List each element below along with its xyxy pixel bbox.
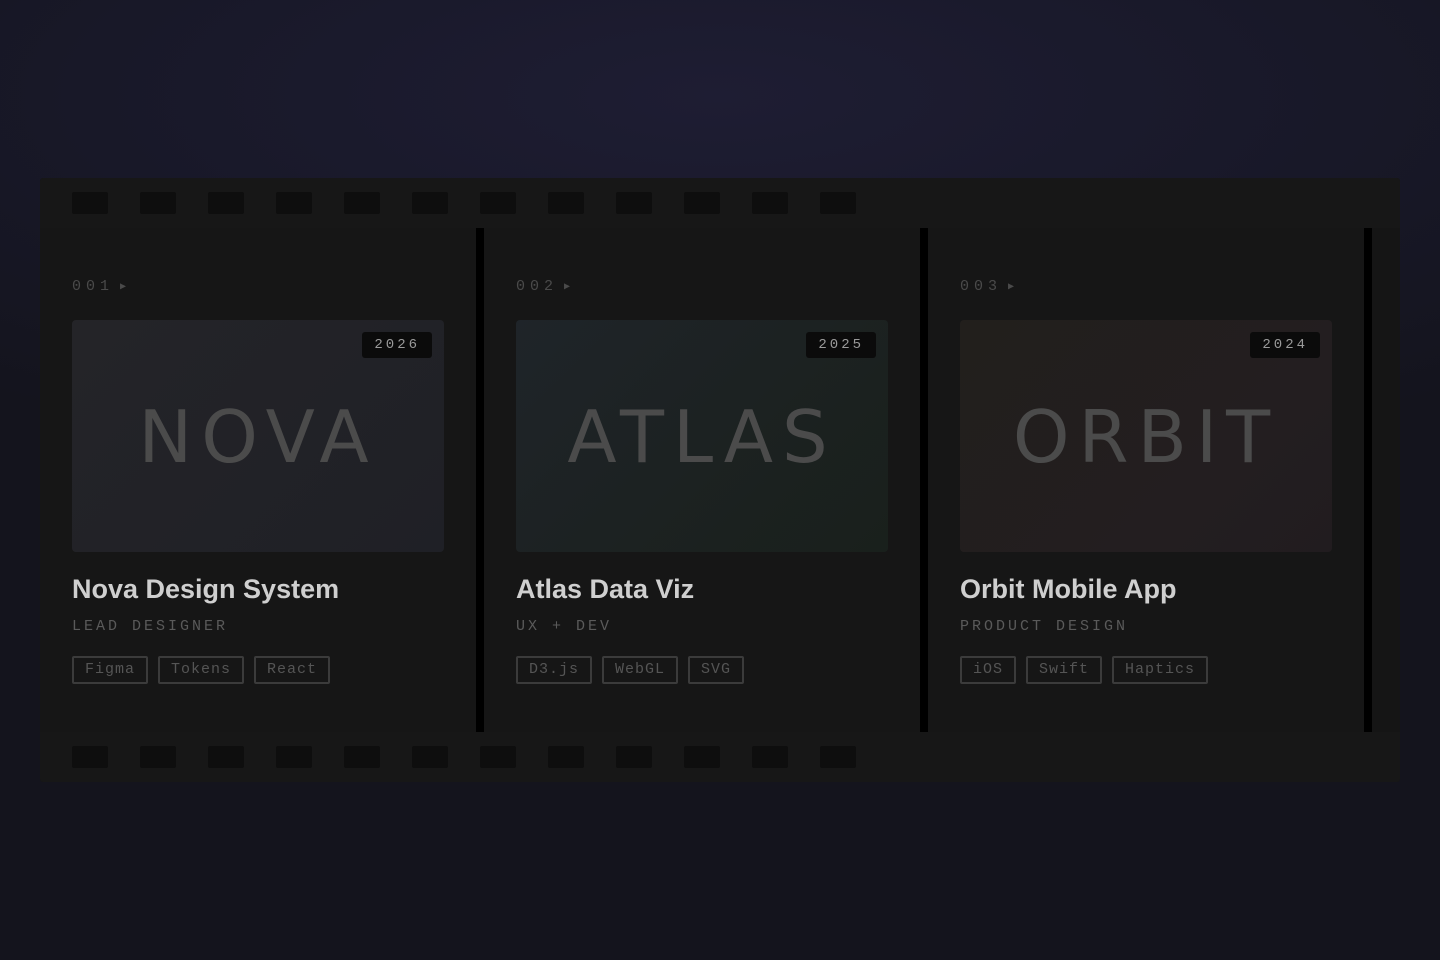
perforation-hole [276,746,312,768]
tag: WebGL [602,656,679,684]
project-title[interactable]: Orbit Mobile App [960,574,1176,605]
project-tags: Figma Tokens React [72,656,331,684]
perforation-hole [616,746,652,768]
tag: Figma [72,656,149,684]
play-icon: ▶ [564,282,571,293]
perforation-hole [140,192,176,214]
year-badge: 2025 [806,332,876,358]
frame-divider [1364,228,1372,732]
year-badge: 2026 [362,332,432,358]
tag: Haptics [1112,656,1209,684]
perforation-hole [480,746,516,768]
project-thumbnail[interactable]: ATLAS 2025 [516,320,888,552]
project-title[interactable]: Nova Design System [72,574,339,605]
project-tags: iOS Swift Haptics [960,656,1209,684]
tag: SVG [688,656,745,684]
project-index-number: 001 [72,278,115,295]
film-perforations-bottom [40,732,1400,782]
project-role: UX + DEV [516,618,613,635]
frame-divider [920,228,928,732]
project-thumbnail[interactable]: NOVA 2026 [72,320,444,552]
thumbnail-wordmark: NOVA [138,395,378,479]
project-index: 002 ▶ [516,278,570,295]
project-tags: D3.js WebGL SVG [516,656,745,684]
perforation-hole [208,746,244,768]
perforation-hole [820,192,856,214]
perforation-hole [276,192,312,214]
perforation-hole [208,192,244,214]
perforation-hole [752,746,788,768]
perforation-hole [684,746,720,768]
perforation-hole [344,746,380,768]
project-role: PRODUCT DESIGN [960,618,1129,635]
project-thumbnail[interactable]: ORBIT 2024 [960,320,1332,552]
tag: iOS [960,656,1017,684]
tag: Swift [1026,656,1103,684]
project-index-number: 003 [960,278,1003,295]
film-perforations-top [40,178,1400,228]
project-frames: 001 ▶ NOVA 2026 Nova Design System LEAD D… [40,228,1400,732]
project-card-nova[interactable]: 001 ▶ NOVA 2026 Nova Design System LEAD D… [40,228,476,732]
project-card-orbit[interactable]: 003 ▶ ORBIT 2024 Orbit Mobile App PRODUCT… [928,228,1364,732]
play-icon: ▶ [120,282,127,293]
project-index: 003 ▶ [960,278,1014,295]
perforation-hole [344,192,380,214]
perforation-hole [684,192,720,214]
perforation-hole [548,746,584,768]
perforation-hole [548,192,584,214]
perforation-hole [72,746,108,768]
project-title[interactable]: Atlas Data Viz [516,574,694,605]
project-role: LEAD DESIGNER [72,618,229,635]
perforation-hole [480,192,516,214]
thumbnail-wordmark: ATLAS [567,395,837,479]
project-index-number: 002 [516,278,559,295]
tag: Tokens [158,656,245,684]
tag: React [254,656,331,684]
perforation-hole [820,746,856,768]
perforation-hole [616,192,652,214]
perforation-hole [412,746,448,768]
project-card-atlas[interactable]: 002 ▶ ATLAS 2025 Atlas Data Viz UX + DEV … [484,228,920,732]
perforation-hole [72,192,108,214]
year-badge: 2024 [1250,332,1320,358]
frame-divider [476,228,484,732]
film-strip: 001 ▶ NOVA 2026 Nova Design System LEAD D… [40,178,1400,782]
project-index: 001 ▶ [72,278,126,295]
tag: D3.js [516,656,593,684]
perforation-hole [412,192,448,214]
perforation-hole [140,746,176,768]
play-icon: ▶ [1008,282,1015,293]
perforation-hole [752,192,788,214]
thumbnail-wordmark: ORBIT [1012,395,1280,479]
